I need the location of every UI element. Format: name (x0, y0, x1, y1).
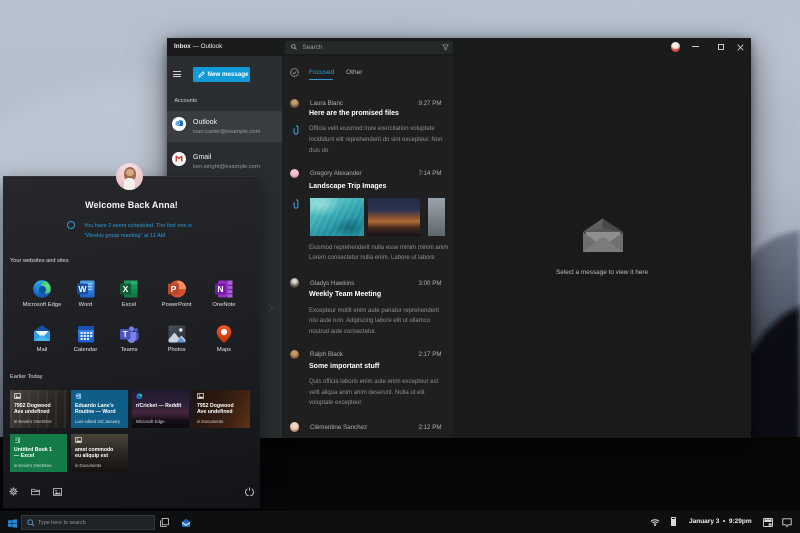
svg-text:W: W (76, 394, 79, 398)
svg-text:W: W (78, 284, 87, 294)
svg-text:X: X (123, 284, 129, 294)
svg-text:P: P (170, 284, 176, 294)
svg-text:T: T (123, 330, 128, 339)
svg-text:X: X (15, 438, 17, 442)
svg-text:N: N (217, 284, 223, 294)
